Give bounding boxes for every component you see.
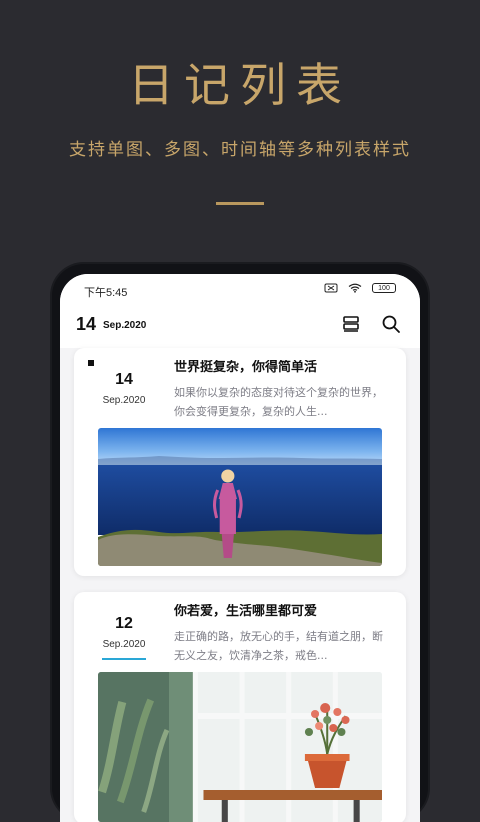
entry-month-year: Sep.2020 bbox=[102, 639, 146, 650]
selected-date-indicator bbox=[102, 658, 146, 660]
hero-subtitle: 支持单图、多图、时间轴等多种列表样式 bbox=[69, 140, 411, 160]
wifi-icon bbox=[348, 283, 362, 293]
entry-date: 14 Sep.2020 bbox=[92, 372, 156, 406]
layout-icon[interactable] bbox=[340, 313, 362, 335]
battery-icon: 100 bbox=[372, 283, 396, 293]
entry-month-year: Sep.2020 bbox=[102, 395, 146, 406]
hero-divider bbox=[216, 202, 264, 205]
diary-card[interactable]: 12 Sep.2020 你若爱，生活哪里都可爱 走正确的路，放无心的手，结有道之… bbox=[74, 592, 406, 822]
search-icon[interactable] bbox=[380, 313, 402, 335]
phone-screen: 下午5:45 100 14 Sep.2020 14 Sep.2020 世界挺复杂… bbox=[60, 274, 420, 822]
entry-title: 世界挺复杂，你得简单活 bbox=[174, 360, 318, 375]
hero-title: 日记列表 bbox=[128, 58, 352, 112]
phone-frame: 下午5:45 100 14 Sep.2020 14 Sep.2020 世界挺复杂… bbox=[50, 262, 430, 822]
diary-header: 14 Sep.2020 bbox=[60, 308, 420, 348]
entry-marker bbox=[88, 360, 94, 366]
entry-text: 你若爱，生活哪里都可爱 走正确的路，放无心的手，结有道之朋，断无义之友，饮清净之… bbox=[174, 604, 390, 666]
entry-excerpt: 走正确的路，放无心的手，结有道之朋，断无义之友，饮清净之茶，戒色... bbox=[174, 630, 383, 662]
sim-off-icon bbox=[324, 283, 338, 293]
status-icons: 100 bbox=[324, 283, 396, 293]
entry-date: 12 Sep.2020 bbox=[92, 616, 156, 660]
hero-section: 日记列表 支持单图、多图、时间轴等多种列表样式 bbox=[0, 0, 480, 260]
diary-feed[interactable]: 14 Sep.2020 世界挺复杂，你得简单活 如果你以复杂的态度对待这个复杂的… bbox=[60, 348, 420, 822]
header-day: 14 bbox=[76, 314, 97, 334]
header-actions bbox=[340, 313, 402, 335]
diary-card[interactable]: 14 Sep.2020 世界挺复杂，你得简单活 如果你以复杂的态度对待这个复杂的… bbox=[74, 348, 406, 576]
entry-title: 你若爱，生活哪里都可爱 bbox=[174, 604, 318, 619]
entry-day: 12 bbox=[115, 615, 133, 632]
entry-text: 世界挺复杂，你得简单活 如果你以复杂的态度对待这个复杂的世界，你会变得更复杂，复… bbox=[174, 360, 390, 422]
entry-day: 14 bbox=[115, 371, 133, 388]
status-bar: 下午5:45 100 bbox=[60, 274, 420, 308]
lakeside-woman-image[interactable] bbox=[98, 428, 382, 566]
entry-excerpt: 如果你以复杂的态度对待这个复杂的世界，你会变得更复杂，复杂的人生... bbox=[174, 386, 383, 418]
header-month-year: Sep.2020 bbox=[103, 320, 147, 331]
status-time: 下午5:45 bbox=[84, 287, 128, 299]
